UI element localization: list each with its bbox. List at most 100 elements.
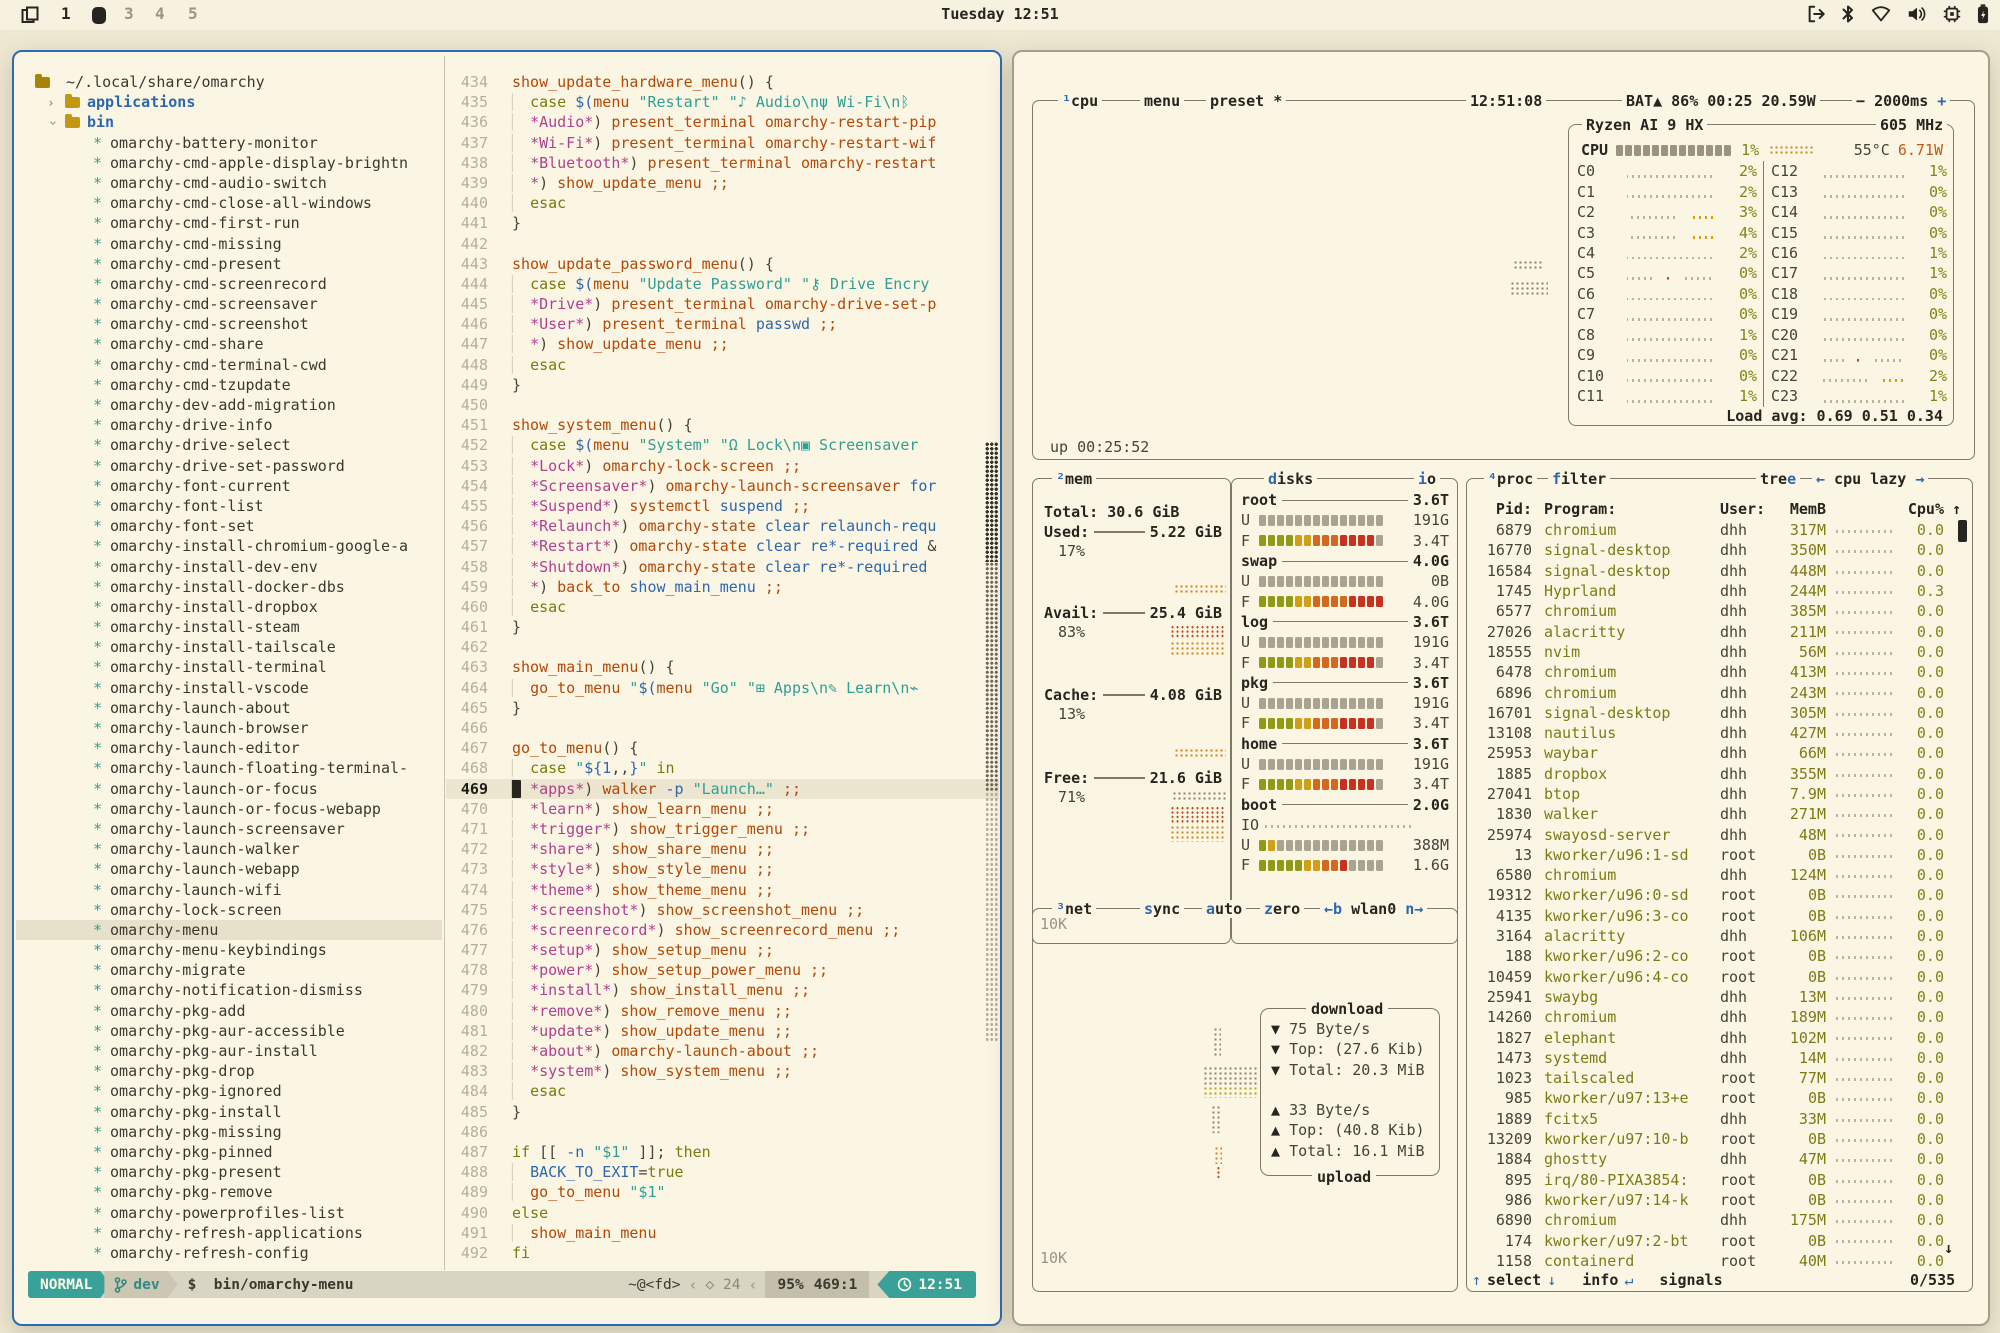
code-line-466[interactable]: 466 [446, 718, 999, 738]
code-line-461[interactable]: 461} [446, 617, 999, 637]
chevron-right-icon[interactable]: › [47, 94, 57, 112]
process-row-16701[interactable]: 16701signal-desktopdhh305M0.0 [1470, 703, 1958, 723]
process-row-986[interactable]: 986kworker/u97:14-kroot0B0.0 [1470, 1190, 1958, 1210]
tree-item-omarchy-drive-set-password[interactable]: *omarchy-drive-set-password [16, 456, 442, 476]
code-line-449[interactable]: 449} [446, 375, 999, 395]
process-row-6879[interactable]: 6879chromiumdhh317M0.0 [1470, 520, 1958, 540]
tree-item-omarchy-install-dropbox[interactable]: *omarchy-install-dropbox [16, 597, 442, 617]
tree-item-omarchy-launch-browser[interactable]: *omarchy-launch-browser [16, 718, 442, 738]
process-row-25941[interactable]: 25941swaybgdhh13M0.0 [1470, 987, 1958, 1007]
chip-icon[interactable] [1942, 4, 1962, 24]
tree-item-omarchy-cmd-apple-display-brightn[interactable]: *omarchy-cmd-apple-display-brightn [16, 153, 442, 173]
code-line-476[interactable]: 476▏ *screenrecord*) show_screenrecord_m… [446, 920, 999, 940]
process-row-13108[interactable]: 13108nautilusdhh427M0.0 [1470, 723, 1958, 743]
code-line-457[interactable]: 457▏ *Restart*) omarchy-state clear re*-… [446, 536, 999, 556]
process-row-27041[interactable]: 27041btopdhh7.9M0.0 [1470, 784, 1958, 804]
code-line-464[interactable]: 464▏ go_to_menu "$(menu "Go" "⊞ Apps\n✎ … [446, 678, 999, 698]
process-row-188[interactable]: 188kworker/u96:2-coroot0B0.0 [1470, 946, 1958, 966]
tree-item-omarchy-lock-screen[interactable]: *omarchy-lock-screen [16, 900, 442, 920]
tree-item-omarchy-font-list[interactable]: *omarchy-font-list [16, 496, 442, 516]
process-row-14260[interactable]: 14260chromiumdhh189M0.0 [1470, 1007, 1958, 1027]
tree-item-omarchy-launch-walker[interactable]: *omarchy-launch-walker [16, 839, 442, 859]
tree-item-omarchy-battery-monitor[interactable]: *omarchy-battery-monitor [16, 133, 442, 153]
process-row-16584[interactable]: 16584signal-desktopdhh448M0.0 [1470, 561, 1958, 581]
code-line-465[interactable]: 465} [446, 698, 999, 718]
net-panel-tab[interactable]: ³net [1052, 900, 1096, 918]
net-zero-button[interactable]: zero [1260, 900, 1304, 918]
code-line-440[interactable]: 440▏ esac [446, 193, 999, 213]
net-auto-button[interactable]: auto [1202, 900, 1246, 918]
tree-item-omarchy-launch-wifi[interactable]: *omarchy-launch-wifi [16, 880, 442, 900]
tree-item-omarchy-cmd-screenrecord[interactable]: *omarchy-cmd-screenrecord [16, 274, 442, 294]
code-line-491[interactable]: 491▏ show_main_menu [446, 1223, 999, 1243]
code-line-490[interactable]: 490else [446, 1203, 999, 1223]
code-line-481[interactable]: 481▏ *update*) show_update_menu ;; [446, 1021, 999, 1041]
code-line-463[interactable]: 463show_main_menu() { [446, 657, 999, 677]
tree-item-bin[interactable]: ›bin [16, 112, 442, 132]
tree-item-omarchy-powerprofiles-list[interactable]: *omarchy-powerprofiles-list [16, 1203, 442, 1223]
code-line-487[interactable]: 487if [[ -n "$1" ]]; then [446, 1142, 999, 1162]
net-sync-button[interactable]: sync [1140, 900, 1184, 918]
process-row-6580[interactable]: 6580chromiumdhh124M0.0 [1470, 865, 1958, 885]
editor-scrollbar[interactable] [985, 442, 998, 1042]
tree-item-omarchy-install-terminal[interactable]: *omarchy-install-terminal [16, 657, 442, 677]
tree-item-omarchy-launch-screensaver[interactable]: *omarchy-launch-screensaver [16, 819, 442, 839]
disks-panel-tab[interactable]: disks [1264, 470, 1317, 488]
tree-item-omarchy-migrate[interactable]: *omarchy-migrate [16, 960, 442, 980]
process-row-1023[interactable]: 1023tailscaledroot77M0.0 [1470, 1068, 1958, 1088]
process-row-1884[interactable]: 1884ghosttydhh47M0.0 [1470, 1149, 1958, 1169]
btop-menu-button[interactable]: menu [1140, 92, 1184, 110]
code-line-477[interactable]: 477▏ *setup*) show_setup_menu ;; [446, 940, 999, 960]
bluetooth-icon[interactable] [1840, 4, 1856, 24]
process-row-6478[interactable]: 6478chromiumdhh413M0.0 [1470, 662, 1958, 682]
code-editor[interactable]: 434show_update_hardware_menu() {435▏ cas… [446, 72, 999, 1263]
tree-item-omarchy-install-vscode[interactable]: *omarchy-install-vscode [16, 678, 442, 698]
code-line-472[interactable]: 472▏ *share*) show_share_menu ;; [446, 839, 999, 859]
code-line-439[interactable]: 439▏ *) show_update_menu ;; [446, 173, 999, 193]
code-line-468[interactable]: 468▏ case "${1,,}" in [446, 758, 999, 778]
process-row-25974[interactable]: 25974swayosd-serverdhh48M0.0 [1470, 824, 1958, 844]
disks-io-tab[interactable]: io [1414, 470, 1440, 488]
code-line-492[interactable]: 492fi [446, 1243, 999, 1263]
tree-item-omarchy-menu-keybindings[interactable]: *omarchy-menu-keybindings [16, 940, 442, 960]
code-line-475[interactable]: 475▏ *screenshot*) show_screenshot_menu … [446, 900, 999, 920]
process-row-1885[interactable]: 1885dropboxdhh355M0.0 [1470, 764, 1958, 784]
code-line-488[interactable]: 488▏ BACK_TO_EXIT=true [446, 1162, 999, 1182]
tree-item-omarchy-cmd-present[interactable]: *omarchy-cmd-present [16, 254, 442, 274]
tree-item-omarchy-notification-dismiss[interactable]: *omarchy-notification-dismiss [16, 980, 442, 1000]
code-line-471[interactable]: 471▏ *trigger*) show_trigger_menu ;; [446, 819, 999, 839]
code-line-453[interactable]: 453▏ *Lock*) omarchy-lock-screen ;; [446, 456, 999, 476]
process-row-1830[interactable]: 1830walkerdhh271M0.0 [1470, 804, 1958, 824]
process-row-25953[interactable]: 25953waybardhh66M0.0 [1470, 743, 1958, 763]
process-row-3164[interactable]: 3164alacrittydhh106M0.0 [1470, 926, 1958, 946]
tree-item-omarchy-install-steam[interactable]: *omarchy-install-steam [16, 617, 442, 637]
process-row-1745[interactable]: 1745Hyprlanddhh244M0.3 [1470, 581, 1958, 601]
code-line-450[interactable]: 450 [446, 395, 999, 415]
process-row-6896[interactable]: 6896chromiumdhh243M0.0 [1470, 682, 1958, 702]
editor-window[interactable]: ~/.local/share/omarchy›applications›bin*… [12, 50, 1002, 1326]
tree-item-omarchy-launch-webapp[interactable]: *omarchy-launch-webapp [16, 859, 442, 879]
code-line-483[interactable]: 483▏ *system*) show_system_menu ;; [446, 1061, 999, 1081]
mem-panel-tab[interactable]: ²mem [1052, 470, 1096, 488]
tree-item-omarchy-cmd-first-run[interactable]: *omarchy-cmd-first-run [16, 213, 442, 233]
code-line-454[interactable]: 454▏ *Screensaver*) omarchy-launch-scree… [446, 476, 999, 496]
code-line-448[interactable]: 448▏ esac [446, 355, 999, 375]
tree-item-omarchy-dev-add-migration[interactable]: *omarchy-dev-add-migration [16, 395, 442, 415]
tree-item-omarchy-pkg-drop[interactable]: *omarchy-pkg-drop [16, 1061, 442, 1081]
code-line-458[interactable]: 458▏ *Shutdown*) omarchy-state clear re*… [446, 557, 999, 577]
tree-item-omarchy-launch-editor[interactable]: *omarchy-launch-editor [16, 738, 442, 758]
tree-item-omarchy-menu[interactable]: *omarchy-menu [16, 920, 442, 940]
code-line-467[interactable]: 467go_to_menu() { [446, 738, 999, 758]
tree-item-omarchy-launch-floating-terminal-[interactable]: *omarchy-launch-floating-terminal- [16, 758, 442, 778]
tree-item-omarchy-pkg-remove[interactable]: *omarchy-pkg-remove [16, 1182, 442, 1202]
process-list[interactable]: 6879chromiumdhh317M0.016770signal-deskto… [1470, 520, 1958, 1271]
tree-item-omarchy-refresh-applications[interactable]: *omarchy-refresh-applications [16, 1223, 442, 1243]
code-line-486[interactable]: 486 [446, 1122, 999, 1142]
file-tree[interactable]: ~/.local/share/omarchy›applications›bin*… [16, 72, 442, 1263]
tree-item-omarchy-cmd-share[interactable]: *omarchy-cmd-share [16, 334, 442, 354]
tree-item-omarchy-pkg-aur-accessible[interactable]: *omarchy-pkg-aur-accessible [16, 1021, 442, 1041]
process-row-895[interactable]: 895irq/80-PIXA3854:root0B0.0 [1470, 1170, 1958, 1190]
tree-item-omarchy-drive-select[interactable]: *omarchy-drive-select [16, 435, 442, 455]
tree-item-omarchy-pkg-install[interactable]: *omarchy-pkg-install [16, 1102, 442, 1122]
tree-item-omarchy-font-set[interactable]: *omarchy-font-set [16, 516, 442, 536]
